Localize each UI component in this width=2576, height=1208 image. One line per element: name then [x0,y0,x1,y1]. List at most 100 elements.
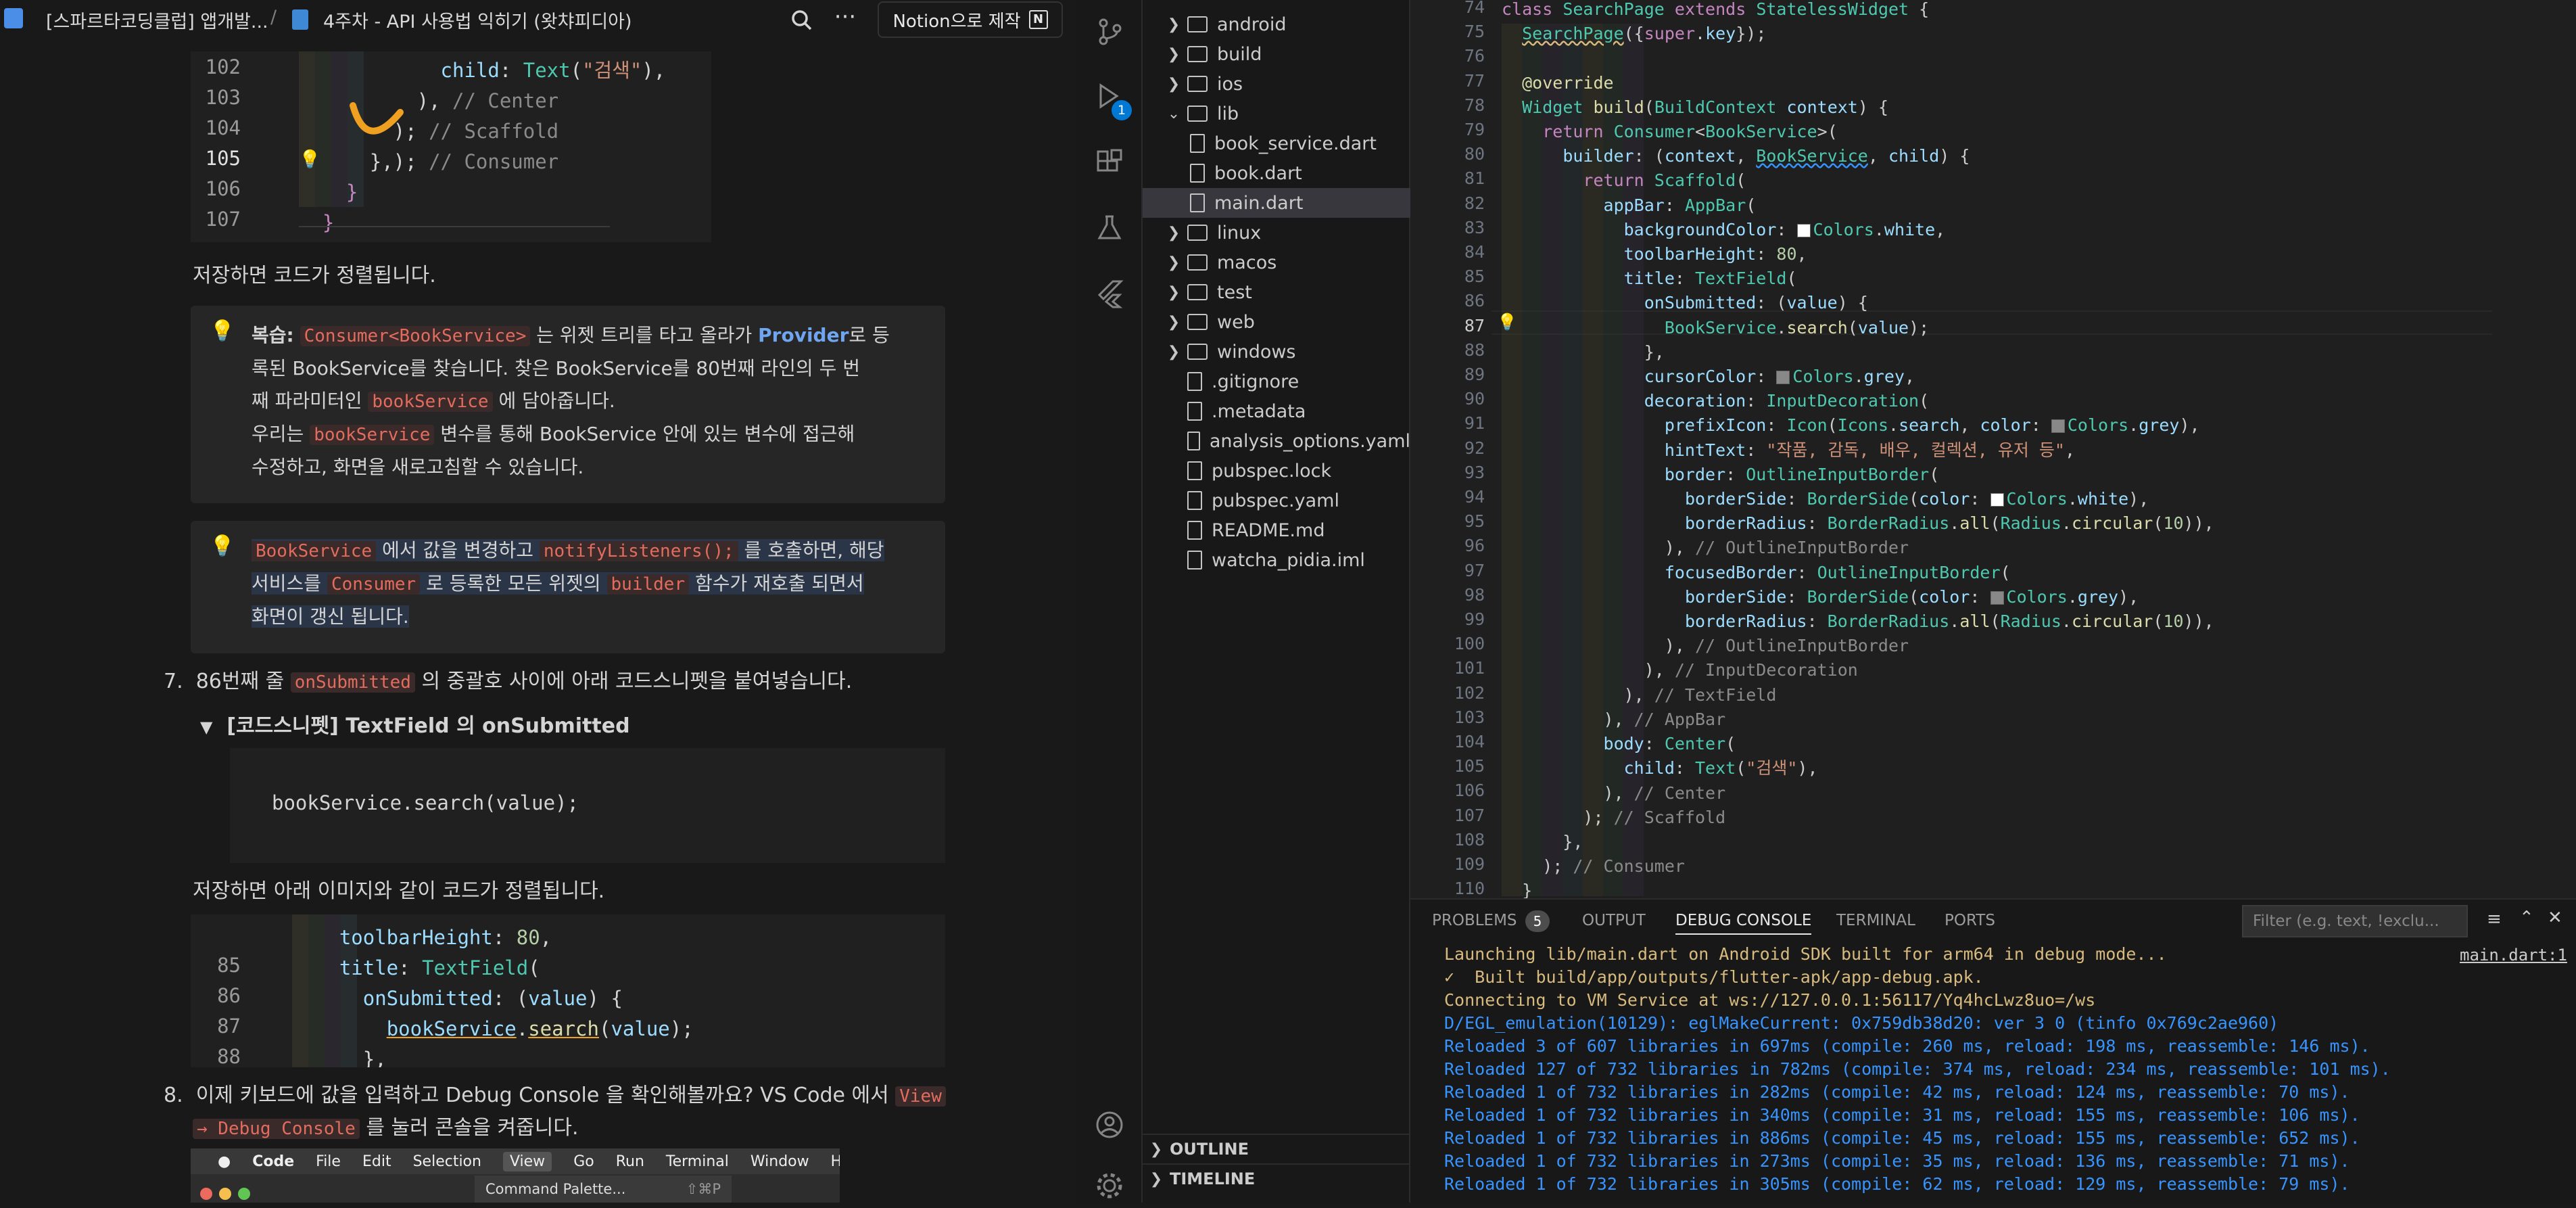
tree-item-label: analysis_options.yaml [1209,430,1410,452]
shortcut-label: ⇧⌘P [686,1181,721,1197]
console-line: Reloaded 1 of 732 libraries in 340ms (co… [1444,1105,2360,1125]
made-with-notion-label: Notion으로 제작 [892,11,1021,32]
step-number: 7. [164,670,183,693]
line-number: 108 [1454,829,1485,850]
orange-arrow-annotation [350,102,404,135]
step-8: 8. 이제 키보드에 값을 입력하고 Debug Console 을 확인해볼까… [164,1078,946,1108]
wrap-lines-icon[interactable]: ≡ [2487,909,2502,929]
more-icon[interactable]: ··· [832,5,859,34]
line-number: 105 [1454,756,1485,776]
close-panel-icon[interactable]: ✕ [2548,908,2562,928]
tree-item[interactable]: ❯ android [1143,9,1410,39]
snippet-code-block: bookService.search(value); [230,748,945,863]
tab-terminal[interactable]: TERMINAL [1836,912,1915,929]
step-text: 의 중괄호 사이에 아래 코드스니펫을 붙여넣습니다. [414,670,853,693]
source-link[interactable]: main.dart:1 [2460,946,2567,965]
tree-item-label: web [1217,311,1255,333]
tree-item[interactable]: ❯ build [1143,39,1410,69]
tree-item[interactable]: README.md [1143,515,1410,545]
tree-item[interactable]: pubspec.yaml [1143,486,1410,515]
line-number: 96 [1464,536,1485,556]
menu-edit: Edit [362,1153,391,1170]
folder-icon [1187,225,1208,241]
menubar-screenshot: ● Code File Edit Selection View Go Run T… [191,1148,840,1203]
breadcrumb-current[interactable]: 4주차 - API 사용법 익히기 (왓챠피디아) [323,7,632,33]
tab-problems[interactable]: PROBLEMS [1432,912,1517,929]
toggle-snippet[interactable]: ▼ [코드스니펫] TextField 의 onSubmitted [200,709,630,739]
inline-code: bookService [368,392,493,412]
tree-item[interactable]: ⌄ lib [1143,99,1410,129]
made-with-notion-button[interactable]: Notion으로 제작 N [878,1,1063,38]
tab-output[interactable]: OUTPUT [1582,912,1646,929]
tab-debug-console[interactable]: DEBUG CONSOLE [1675,912,1812,935]
page-book-icon [292,9,308,30]
line-number: 107 [205,208,241,231]
tree-item[interactable]: watcha_pidia.iml [1143,545,1410,575]
search-icon[interactable] [788,7,815,34]
code-divider [299,226,610,227]
tree-item[interactable]: ❯ ios [1143,69,1410,99]
tree-item[interactable]: ❯ linux [1143,218,1410,248]
console-line: Launching lib/main.dart on Android SDK b… [1444,944,2167,964]
review-prefix: 복습: [252,324,294,346]
tree-item-label: watcha_pidia.iml [1212,549,1365,571]
tree-item[interactable]: .metadata [1143,396,1410,426]
menu-help: Help [830,1153,840,1170]
source-control-icon[interactable] [1094,16,1125,47]
tree-item[interactable]: main.dart [1143,188,1410,218]
flutter-icon[interactable] [1094,277,1125,308]
tree-item-label: book.dart [1214,162,1302,184]
tree-item-label: macos [1217,252,1277,273]
line-number: 87 [1464,315,1485,335]
folder-icon [1187,254,1208,271]
line-number: 75 [1464,22,1485,42]
paragraph-saved-2: 저장하면 아래 이미지와 같이 코드가 정렬됩니다. [193,879,605,903]
provider-link[interactable]: Provider [758,324,849,346]
lightbulb-icon: 💡 [210,319,235,343]
tree-item[interactable]: ❯ windows [1143,337,1410,367]
callout-text: 우리는 [252,423,310,445]
account-icon[interactable] [1094,1109,1125,1140]
line-number: 92 [1464,438,1485,458]
line-number: 105 [205,147,241,170]
breadcrumb-parent[interactable]: [스파르타코딩클럽] 앱개발... [46,7,268,33]
callout-text: 를 호출하면, 해당 [738,539,884,561]
tree-item[interactable]: ❯ macos [1143,248,1410,277]
folder-icon [1187,344,1208,360]
folder-icon [1187,76,1208,92]
bottom-panel: PROBLEMS 5 OUTPUT DEBUG CONSOLE TERMINAL… [1410,898,2576,1203]
debug-badge: 1 [1112,100,1132,120]
callout-text: 로 등록한 모든 위젯의 [420,572,607,595]
view-menu-dropdown: Command Palette... ⇧⌘P [475,1176,732,1203]
line-number: 104 [205,116,241,139]
line-number: 82 [1464,193,1485,213]
callout-text: 로 등 [849,324,890,346]
tree-item[interactable]: ❯ web [1143,307,1410,337]
tree-item[interactable]: book.dart [1143,158,1410,188]
line-number: 89 [1464,365,1485,384]
extensions-icon[interactable] [1094,147,1125,179]
tree-item[interactable]: pubspec.lock [1143,456,1410,486]
tree-item-label: linux [1217,222,1262,243]
chevron-right-icon: ❯ [1167,313,1180,331]
settings-gear-icon[interactable] [1094,1170,1125,1201]
tree-item-label: .metadata [1212,400,1306,422]
chevron-right-icon: ❯ [1167,45,1180,63]
tab-ports[interactable]: PORTS [1945,912,1995,929]
folder-icon [1187,284,1208,300]
line-number: 95 [1464,511,1485,532]
outline-section[interactable]: ❯ OUTLINE [1143,1134,1410,1163]
chevron-up-icon[interactable]: ⌃ [2519,908,2534,928]
line-number: 74 [1464,0,1485,17]
testing-flask-icon[interactable] [1094,212,1125,243]
tree-item-label: ios [1217,73,1243,95]
inline-code: View [895,1086,946,1107]
tree-item[interactable]: analysis_options.yaml [1143,426,1410,456]
timeline-section[interactable]: ❯ TIMELINE [1143,1163,1410,1193]
tree-item[interactable]: ❯ test [1143,277,1410,307]
toggle-arrow-icon[interactable]: ▼ [200,718,212,737]
tree-item[interactable]: .gitignore [1143,367,1410,396]
code-editor[interactable]: 74 75 76 77 78 79 80 81 82 83 84 85 86 87 88 89 90 91 92 93… [1410,0,2576,898]
tree-item[interactable]: book_service.dart [1143,129,1410,158]
filter-input[interactable]: Filter (e.g. text, !exclu... [2242,905,2468,937]
